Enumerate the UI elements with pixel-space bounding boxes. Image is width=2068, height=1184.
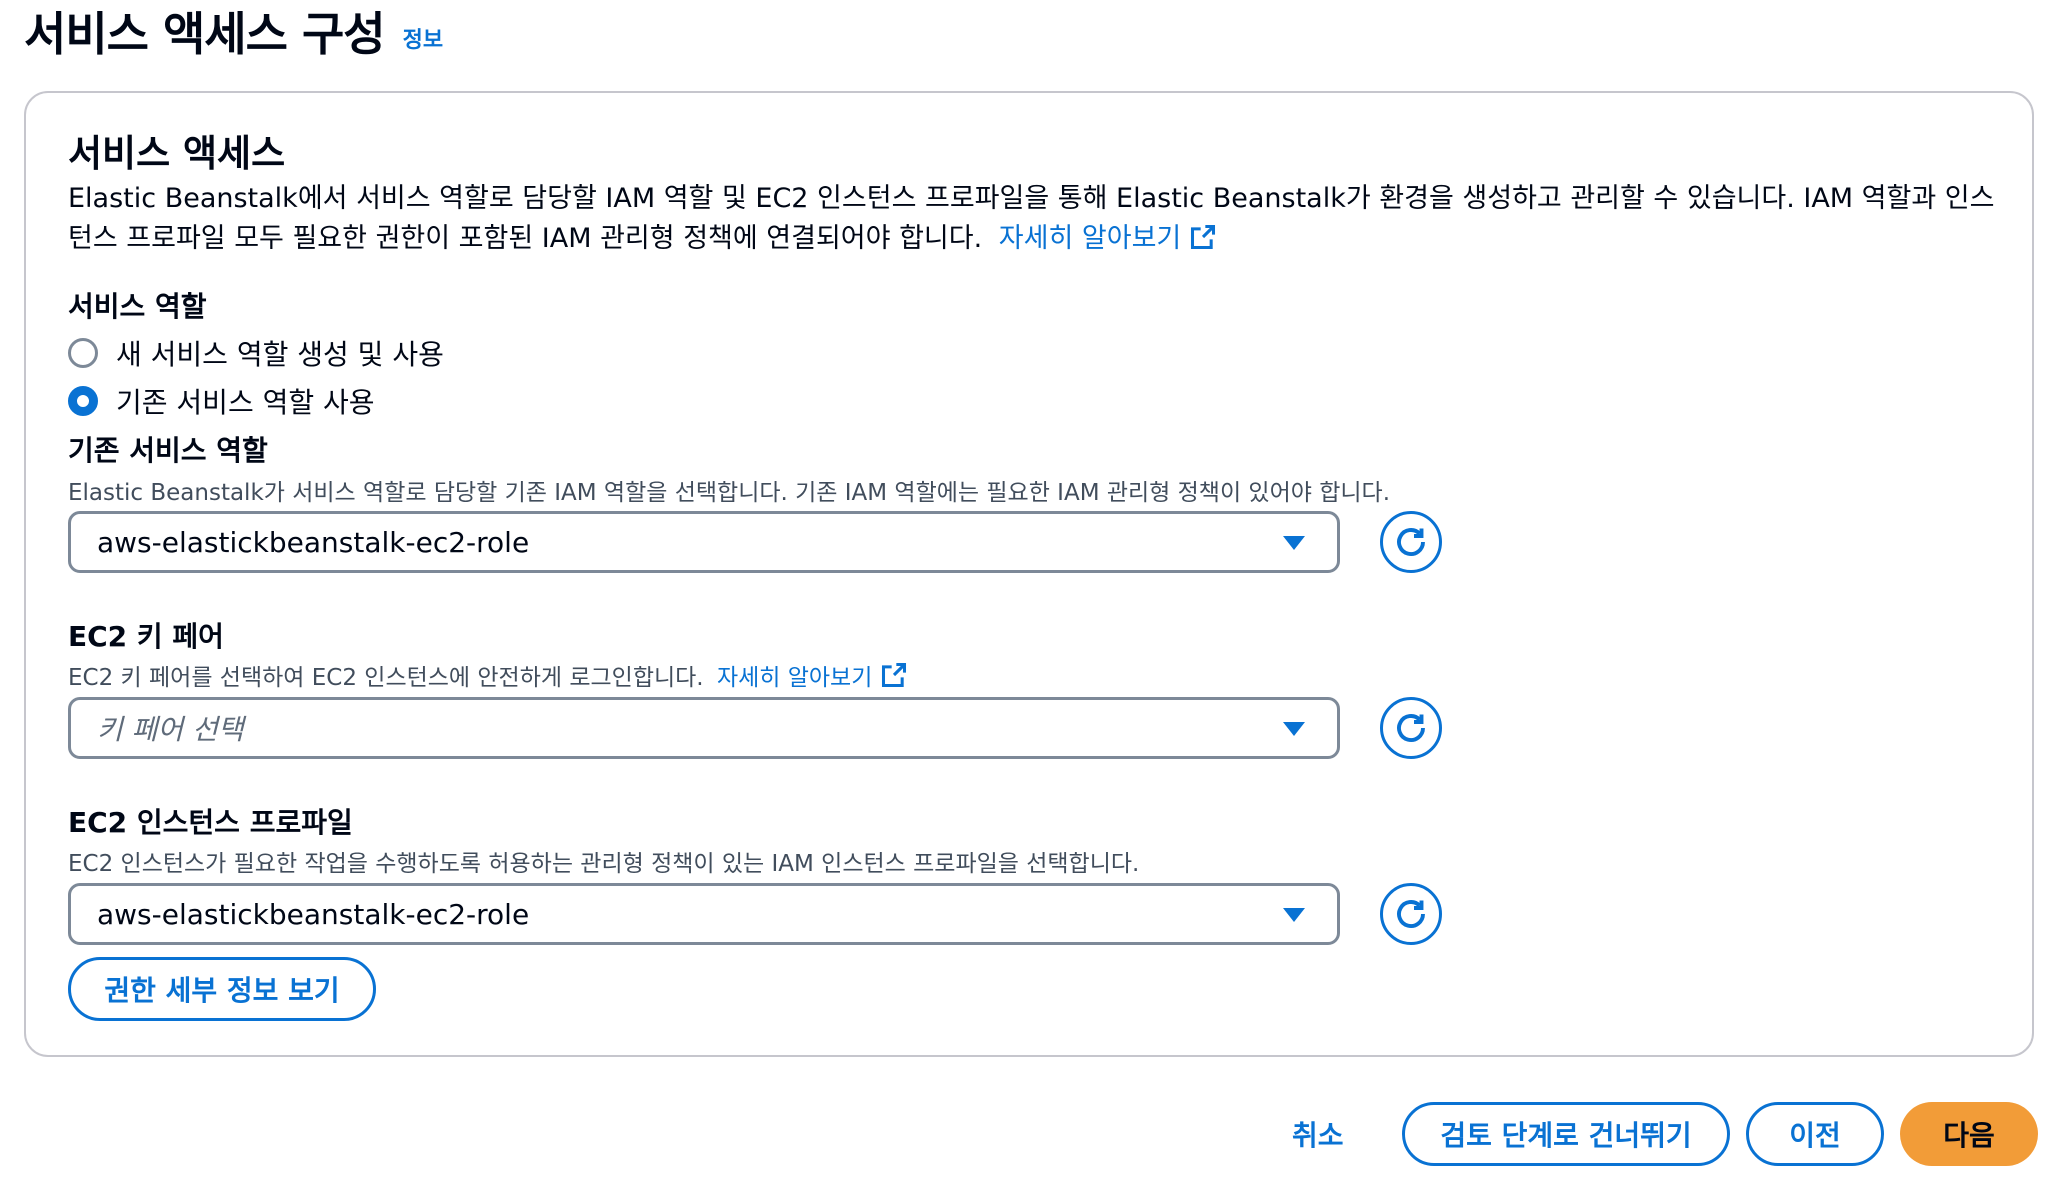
learn-more-label[interactable]: 자세히 알아보기 [999,223,1181,254]
existing-role-value: aws-elastickbeanstalk-ec2-role [97,525,530,559]
refresh-icon [1397,900,1425,928]
refresh-icon [1397,528,1425,556]
caret-down-icon [1283,536,1305,550]
instance-profile-label: EC2 인스턴스 프로파일 [68,806,353,839]
instance-profile-description: EC2 인스턴스가 필요한 작업을 수행하도록 허용하는 관리형 정책이 있는 … [68,851,1140,877]
key-pair-learn-more-label[interactable]: 자세히 알아보기 [717,665,872,691]
skip-to-review-button[interactable]: 검토 단계로 건너뛰기 [1402,1102,1730,1166]
caret-down-icon [1283,722,1305,736]
existing-role-label: 기존 서비스 역할 [68,434,268,467]
external-link-icon [882,662,907,688]
view-permission-details-button[interactable]: 권한 세부 정보 보기 [68,957,376,1021]
external-link-icon [1191,224,1216,250]
radio-button-checked[interactable] [68,386,98,416]
key-pair-learn-more-link[interactable]: 자세히 알아보기 [717,662,908,691]
existing-role-description: Elastic Beanstalk가 서비스 역할로 담당할 기존 IAM 역할… [68,480,1391,506]
service-role-label: 서비스 역할 [68,290,207,323]
key-pair-select[interactable]: 키 페어 선택 [68,697,1340,759]
next-button[interactable]: 다음 [1900,1102,2038,1166]
page-header: 서비스 액세스 구성 정보 [24,0,443,62]
radio-label-existing-role: 기존 서비스 역할 사용 [116,386,375,419]
learn-more-link[interactable]: 자세히 알아보기 [999,223,1217,254]
page-title: 서비스 액세스 구성 [24,7,386,61]
previous-button[interactable]: 이전 [1746,1102,1884,1166]
refresh-roles-button[interactable] [1380,511,1442,573]
caret-down-icon [1283,908,1305,922]
existing-role-select[interactable]: aws-elastickbeanstalk-ec2-role [68,511,1340,573]
radio-button-unchecked[interactable] [68,338,98,368]
cancel-button[interactable]: 취소 [1292,1114,1344,1154]
instance-profile-value: aws-elastickbeanstalk-ec2-role [97,897,530,931]
key-pair-description-row: EC2 키 페어를 선택하여 EC2 인스턴스에 안전하게 로그인합니다. 자세… [68,658,908,692]
refresh-instance-profiles-button[interactable] [1380,883,1442,945]
key-pair-description: EC2 키 페어를 선택하여 EC2 인스턴스에 안전하게 로그인합니다. [68,665,704,691]
service-access-panel: 서비스 액세스 Elastic Beanstalk에서 서비스 역할로 담당할 … [24,91,2034,1057]
key-pair-label: EC2 키 페어 [68,620,224,653]
instance-profile-select[interactable]: aws-elastickbeanstalk-ec2-role [68,883,1340,945]
radio-label-new-role: 새 서비스 역할 생성 및 사용 [116,338,444,371]
section-title: 서비스 액세스 [68,132,286,175]
refresh-key-pairs-button[interactable] [1380,697,1442,759]
radio-new-service-role[interactable]: 새 서비스 역할 생성 및 사용 [68,333,444,373]
refresh-icon [1397,714,1425,742]
info-link[interactable]: 정보 [403,22,443,54]
section-description: Elastic Beanstalk에서 서비스 역할로 담당할 IAM 역할 및… [68,179,2008,259]
radio-existing-service-role[interactable]: 기존 서비스 역할 사용 [68,381,375,421]
key-pair-placeholder: 키 페어 선택 [97,713,244,746]
